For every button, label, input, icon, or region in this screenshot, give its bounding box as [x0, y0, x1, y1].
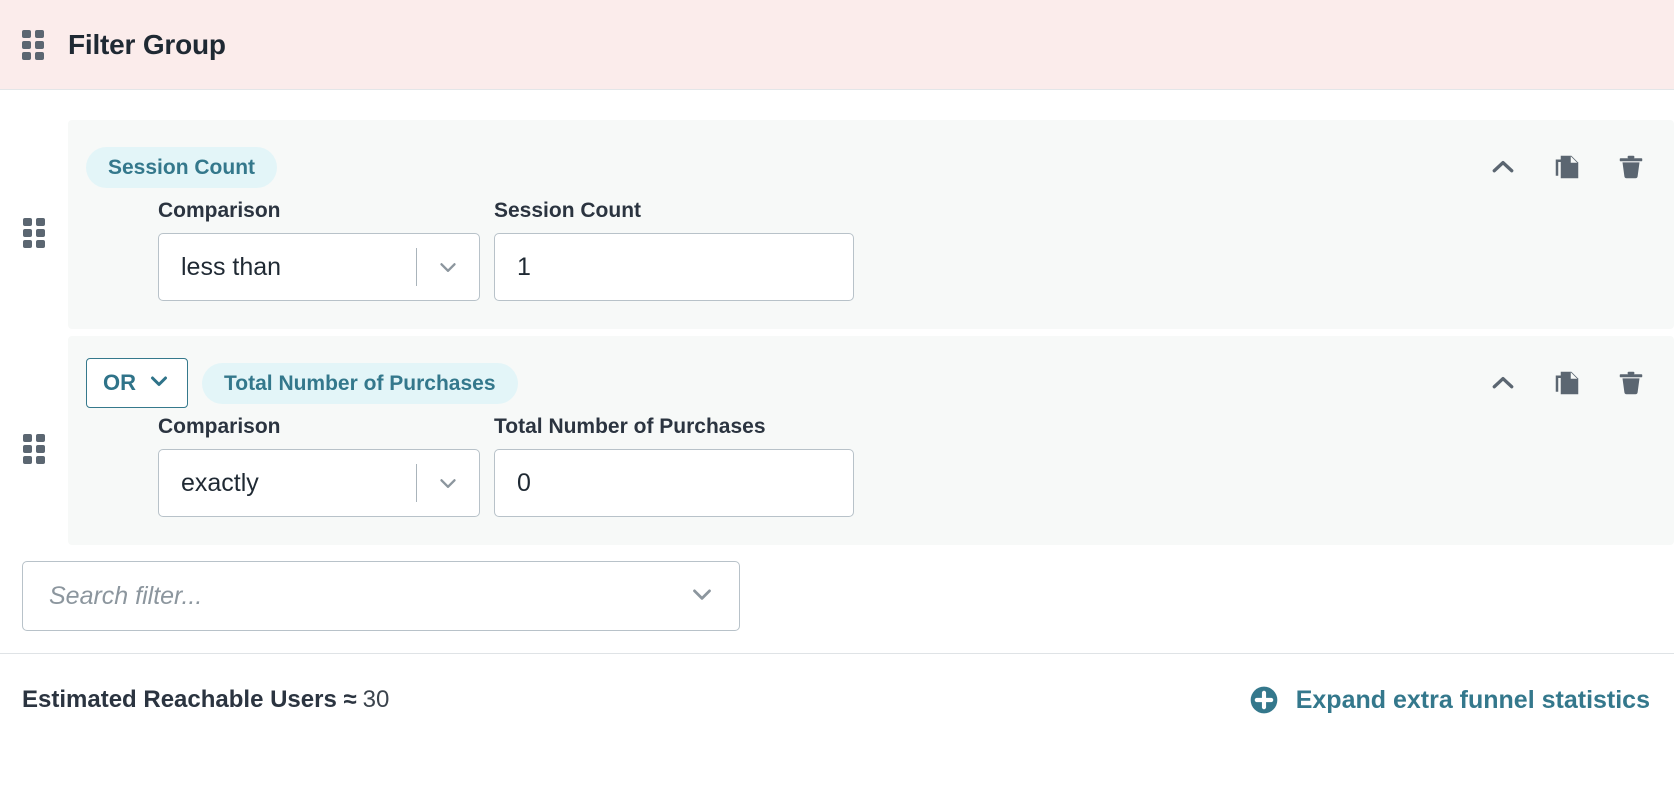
value-label: Total Number of Purchases [494, 415, 766, 439]
collapse-button[interactable] [1486, 366, 1520, 400]
comparison-field: Comparison less than [158, 198, 480, 302]
logic-operator-chevron [147, 369, 171, 397]
filter-drag-handle-icon[interactable] [23, 218, 45, 248]
filter-row: Session Count Comparison less than Sessi… [0, 120, 1674, 330]
filter-group-header: Filter Group [0, 0, 1674, 90]
value-label: Session Count [494, 199, 642, 222]
filter-card-fields: Comparison exactly Total Number of Purch… [68, 406, 1674, 518]
filter-row: OR Total Number of Purchases Comparison … [0, 336, 1674, 546]
search-filter-chevron [687, 579, 717, 614]
filter-card: OR Total Number of Purchases Comparison … [68, 336, 1674, 546]
group-drag-handle-icon[interactable] [22, 29, 44, 60]
select-chevron [417, 254, 479, 280]
filter-drag-handle-cell [0, 336, 68, 465]
value-field: Session Count 1 [494, 198, 854, 302]
collapse-button[interactable] [1486, 150, 1520, 184]
delete-button[interactable] [1614, 366, 1648, 400]
filter-card-actions [1486, 366, 1648, 400]
value-input[interactable]: 1 [494, 233, 854, 302]
filter-card: Session Count Comparison less than Sessi… [68, 120, 1674, 330]
search-filter-placeholder: Search filter... [49, 581, 203, 610]
value-field: Total Number of Purchases 0 [494, 414, 854, 518]
duplicate-button[interactable] [1550, 366, 1584, 400]
chevron-up-icon [1492, 161, 1514, 173]
duplicate-button[interactable] [1550, 150, 1584, 184]
filter-drag-handle-cell [0, 120, 68, 248]
estimated-reachable-users-value: 30 [362, 686, 390, 714]
copy-icon [1555, 371, 1579, 395]
filter-drag-handle-icon[interactable] [23, 434, 45, 465]
comparison-label: Comparison [158, 199, 281, 222]
filter-card-header: Session Count [68, 144, 1674, 190]
comparison-select-value: exactly [181, 468, 259, 497]
chevron-down-icon [440, 479, 456, 489]
expand-funnel-statistics-label: Expand extra funnel statistics [1295, 685, 1650, 714]
logic-operator-select[interactable]: OR [86, 358, 188, 409]
trash-icon [1619, 155, 1643, 179]
logic-operator-value: OR [103, 370, 136, 396]
chevron-down-icon [151, 376, 167, 387]
filter-name-pill[interactable]: Session Count [86, 146, 278, 188]
estimated-reachable-users-label: Estimated Reachable Users ≈ [22, 686, 357, 714]
copy-icon [1555, 155, 1579, 179]
chevron-down-icon [693, 589, 711, 600]
filter-name-pill[interactable]: Total Number of Purchases [202, 362, 518, 404]
plus-circle-icon [1250, 687, 1278, 714]
chevron-down-icon [440, 263, 456, 273]
select-chevron [417, 470, 479, 496]
comparison-select[interactable]: exactly [158, 449, 480, 518]
expand-funnel-statistics-button[interactable]: Expand extra funnel statistics [1248, 684, 1650, 716]
comparison-select-value: less than [181, 252, 282, 281]
filter-group-footer: Estimated Reachable Users ≈30 Expand ext… [0, 653, 1674, 716]
delete-button[interactable] [1614, 150, 1648, 184]
filter-card-header: OR Total Number of Purchases [68, 358, 1674, 409]
value-input[interactable]: 0 [494, 449, 854, 518]
search-filter-dropdown[interactable]: Search filter... [22, 561, 740, 632]
comparison-select[interactable]: less than [158, 233, 480, 302]
chevron-up-icon [1492, 377, 1514, 389]
filter-card-actions [1486, 150, 1648, 184]
comparison-field: Comparison exactly [158, 414, 480, 518]
comparison-label: Comparison [158, 415, 281, 439]
trash-icon [1619, 371, 1643, 395]
filter-card-fields: Comparison less than Session Count 1 [68, 190, 1674, 302]
search-filter-section: Search filter... [0, 545, 1674, 632]
filter-list: Session Count Comparison less than Sessi… [0, 90, 1674, 546]
page-title: Filter Group [68, 28, 226, 60]
estimated-reachable-users: Estimated Reachable Users ≈30 [22, 686, 389, 714]
